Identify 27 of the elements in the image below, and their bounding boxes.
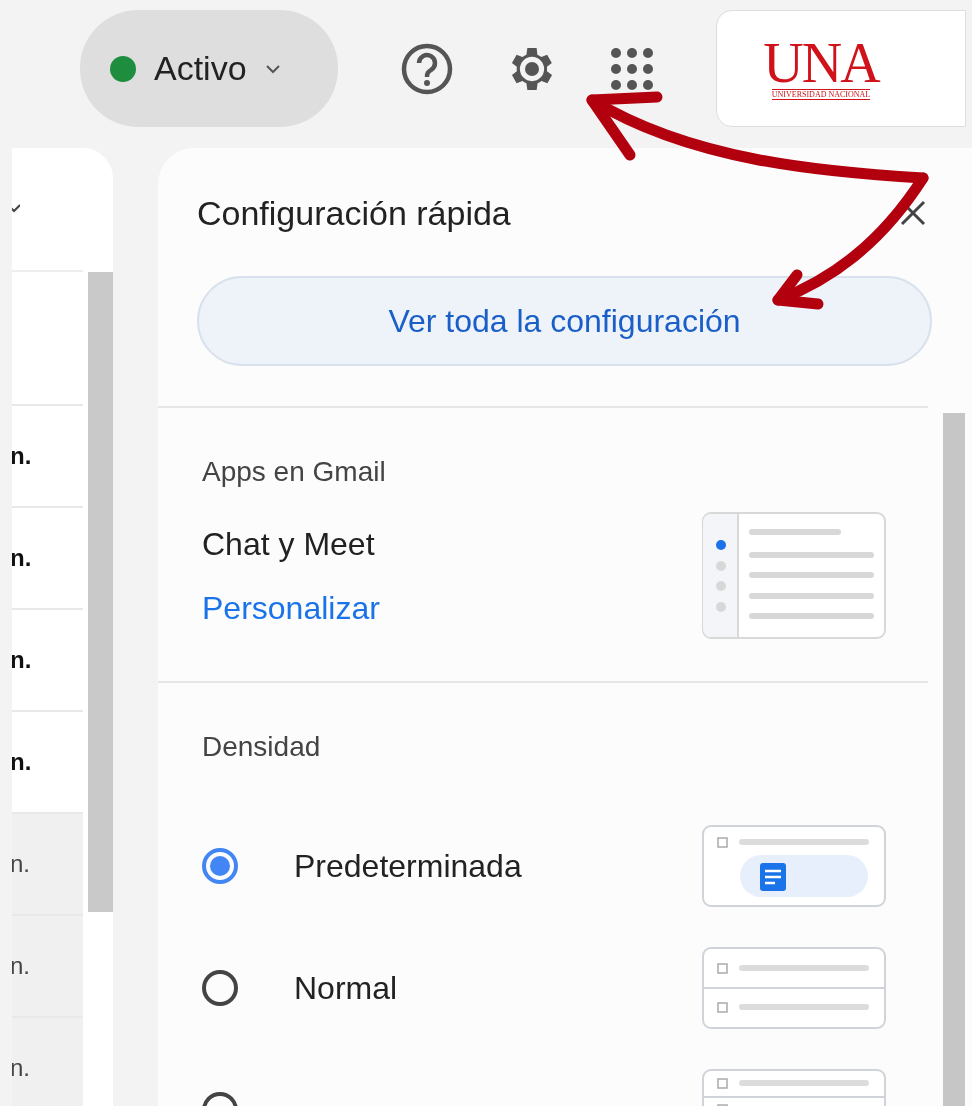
message-time: n. [12, 952, 30, 980]
caret-icon [264, 63, 281, 74]
section-heading: Apps en Gmail [202, 455, 387, 489]
message-time: n. [12, 1054, 30, 1082]
message-time: n. [12, 442, 32, 470]
all-settings-button[interactable]: Ver toda la configuración [197, 276, 932, 366]
section-heading: Densidad [202, 730, 322, 764]
status-label: Activo [154, 49, 247, 88]
message-time: n. [12, 646, 32, 674]
logo: UNA UNIVERSIDAD NACIONAL [716, 10, 966, 127]
message-time: n. [12, 748, 32, 776]
radio-button[interactable] [202, 848, 238, 884]
panel-title: Configuración rápida [197, 193, 511, 234]
radio-button[interactable] [202, 970, 238, 1006]
scrollbar[interactable] [943, 413, 965, 1106]
message-time: n. [12, 544, 32, 572]
apps-grid-icon[interactable] [610, 46, 654, 91]
status-button[interactable]: Activo [80, 10, 338, 127]
close-icon[interactable] [900, 200, 926, 226]
scrollbar[interactable] [88, 272, 113, 912]
help-icon[interactable] [400, 41, 454, 96]
option-label: Predeterminada [294, 847, 523, 885]
message-time: n. [12, 850, 30, 878]
customize-link[interactable]: Personalizar [202, 584, 380, 631]
setting-label: Chat y Meet [202, 524, 376, 564]
option-label: Normal [294, 969, 399, 1007]
status-dot-icon [110, 55, 136, 82]
